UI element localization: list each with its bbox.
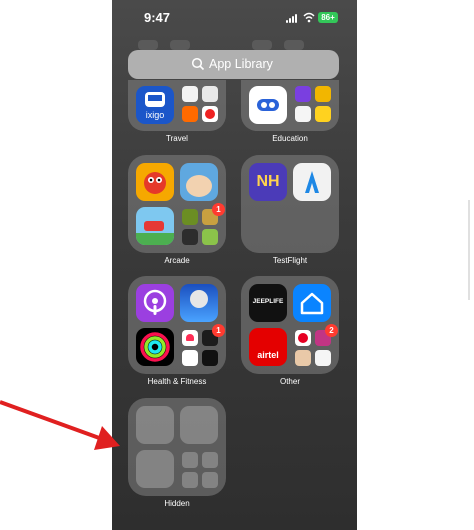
folder-travel[interactable]: ixigo (128, 80, 226, 131)
background-edge (468, 200, 470, 300)
hidden-placeholder-mini (182, 472, 198, 488)
arcade-mini-app-3[interactable] (182, 229, 198, 245)
travel-mini-app-3[interactable] (182, 106, 198, 122)
scrolled-app-icon (252, 40, 272, 50)
hidden-placeholder-mini (202, 472, 218, 488)
snake-game-icon[interactable] (136, 163, 174, 201)
folder-label-arcade: Arcade (164, 256, 190, 265)
travel-mini-app-4[interactable] (202, 106, 218, 122)
folder-label-health: Health & Fitness (147, 377, 207, 386)
nh-app-label: NH (256, 173, 280, 190)
folder-health-fitness[interactable]: 1 (128, 276, 226, 374)
folder-label-education: Education (272, 134, 308, 143)
education-mini-app-4[interactable] (315, 106, 331, 122)
hidden-placeholder-icon (180, 406, 218, 444)
podcast-icon (143, 289, 167, 315)
travel-mini-app-1[interactable] (182, 86, 198, 102)
hidden-placeholder-icon (136, 406, 174, 444)
notification-badge: 1 (212, 203, 225, 216)
airtel-label: airtel (257, 350, 279, 360)
testflight-propeller-icon (305, 171, 319, 193)
folder-education[interactable] (241, 80, 339, 131)
arcade-mini-app-4[interactable] (202, 229, 218, 245)
annotation-arrow (0, 400, 120, 450)
folder-other[interactable]: JEEPLIFE airtel 2 (241, 276, 339, 374)
hidden-placeholder-mini (202, 452, 218, 468)
folder-label-other: Other (279, 377, 300, 386)
jeeplife-label: JEEPLIFE (252, 298, 284, 305)
app-library-search[interactable]: App Library (128, 50, 339, 79)
health-mini-app-4[interactable] (202, 350, 218, 366)
phone-screen: 9:47 86+ App Library ixigo Travel Educat… (112, 0, 357, 530)
airtel-app-icon[interactable]: airtel (249, 328, 287, 366)
family-guy-game-icon[interactable] (180, 163, 218, 201)
search-icon (191, 57, 205, 71)
hidden-placeholder-mini (182, 452, 198, 468)
folder-hidden[interactable] (128, 398, 226, 496)
search-placeholder: App Library (209, 57, 273, 71)
notification-badge: 2 (325, 324, 338, 337)
travel-mini-app-2[interactable] (202, 86, 218, 102)
fitness-app-icon[interactable] (136, 328, 174, 366)
ixigo-app-icon[interactable]: ixigo (136, 86, 174, 124)
other-mini-app-1[interactable] (295, 330, 311, 346)
jeeplife-app-icon[interactable]: JEEPLIFE (249, 284, 287, 322)
activity-rings-icon (140, 332, 170, 362)
battery-indicator: 86+ (318, 12, 338, 23)
house-icon (300, 292, 324, 315)
arcade-mini-app-1[interactable] (182, 209, 198, 225)
home-app-icon[interactable] (293, 284, 331, 322)
other-mini-app-4[interactable] (315, 350, 331, 366)
other-mini-app-3[interactable] (295, 350, 311, 366)
hidden-placeholder-icon (136, 450, 174, 488)
weather-app-icon[interactable] (180, 284, 218, 322)
train-icon: ixigo (145, 92, 165, 120)
education-mini-app-2[interactable] (315, 86, 331, 102)
scrolled-app-icon (138, 40, 158, 50)
folder-label-travel: Travel (166, 134, 188, 143)
education-mini-app-1[interactable] (295, 86, 311, 102)
audio-wave-icon (257, 99, 279, 111)
nh-app-icon[interactable]: NH (249, 163, 287, 201)
hill-climb-game-icon[interactable] (136, 207, 174, 245)
folder-label-hidden: Hidden (164, 499, 190, 508)
status-bar: 9:47 86+ (112, 0, 357, 36)
health-mini-app-1[interactable] (182, 330, 198, 346)
status-time: 9:47 (144, 10, 171, 25)
folder-label-testflight: TestFlight (272, 256, 308, 265)
ixigo-label: ixigo (146, 110, 165, 120)
snake-icon (144, 172, 166, 194)
podcasts-app-icon[interactable] (136, 284, 174, 322)
health-mini-app-3[interactable] (182, 350, 198, 366)
cellular-signal-icon (286, 14, 300, 23)
education-mini-app-3[interactable] (295, 106, 311, 122)
folder-testflight[interactable]: NH (241, 155, 339, 253)
wifi-icon (303, 12, 315, 23)
testflight-app-icon[interactable] (293, 163, 331, 201)
notification-badge: 1 (212, 324, 225, 337)
education-app-icon[interactable] (249, 86, 287, 124)
scrolled-app-icon (170, 40, 190, 50)
folder-arcade[interactable]: 1 (128, 155, 226, 253)
scrolled-app-icon (284, 40, 304, 50)
